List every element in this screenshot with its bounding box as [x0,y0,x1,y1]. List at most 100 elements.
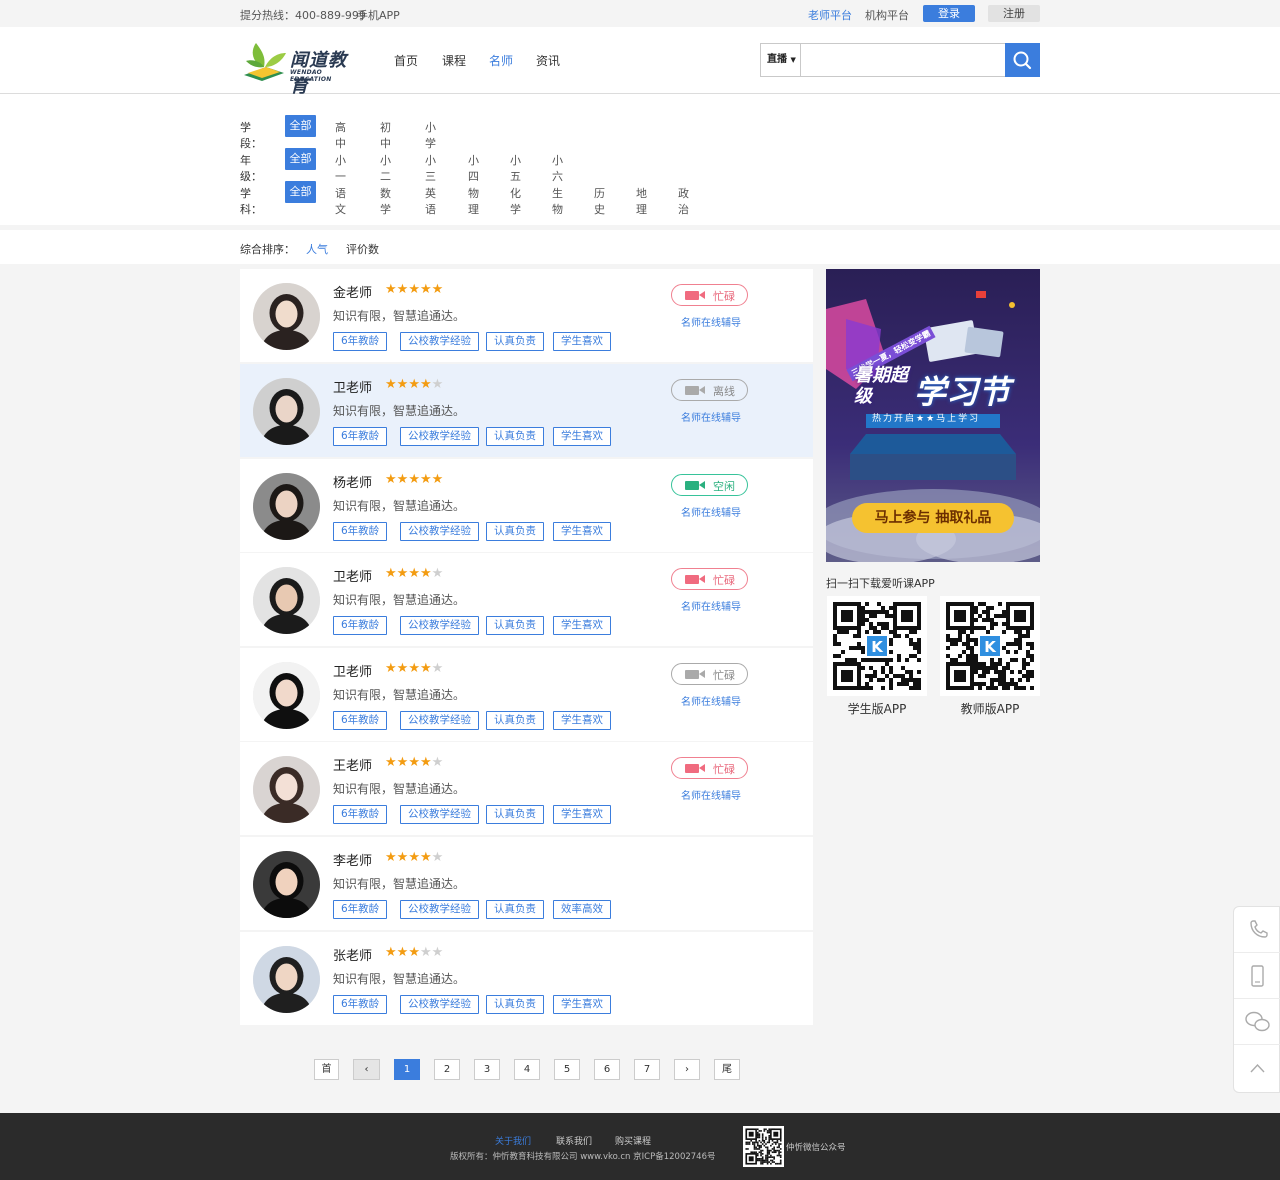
filter-stage-item[interactable]: 小学 [425,119,436,151]
org-platform-link[interactable]: 机构平台 [865,7,909,23]
teacher-name[interactable]: 卫老师 [333,377,372,396]
page-first[interactable]: 首 [314,1059,339,1080]
page-number[interactable]: 7 [634,1059,660,1080]
mobile-app-link[interactable]: 手机APP [357,7,400,23]
teacher-card[interactable]: 卫老师 ★★★★★ 知识有限，智慧追通达。 6年教龄 公校教学经验 认真负责 学生喜欢 忙碌名… [240,553,813,646]
student-app-qr[interactable]: K [827,596,927,696]
nav-news[interactable]: 资讯 [536,52,560,69]
teacher-name[interactable]: 卫老师 [333,661,372,680]
teacher-tag: 公校教学经验 [400,616,479,635]
online-tutoring-link[interactable]: 名师在线辅导 [681,598,741,613]
page-last[interactable]: 尾 [714,1059,740,1080]
page-number[interactable]: 3 [474,1059,500,1080]
sort-popularity[interactable]: 人气 [306,241,328,257]
filter-subject-item[interactable]: 政治 [678,185,689,217]
promo-banner-strip: 热力开启★★马上学习 [872,414,981,424]
teacher-card[interactable]: 王老师 ★★★★★ 知识有限，智慧追通达。 6年教龄 公校教学经验 认真负责 学生喜欢 忙碌名… [240,742,813,835]
teacher-avatar[interactable] [253,283,320,350]
filter-label-grade: 年级： [240,154,262,183]
footer-contact-link[interactable]: 联系我们 [556,1134,592,1147]
filter-subject-item[interactable]: 生物 [552,185,563,217]
filter-grade-item[interactable]: 小一 [335,152,346,184]
online-tutoring-link[interactable]: 名师在线辅导 [681,787,741,802]
teacher-app-qr[interactable]: K [940,596,1040,696]
online-tutoring-link[interactable]: 名师在线辅导 [681,409,741,424]
online-tutoring-link[interactable]: 名师在线辅导 [681,693,741,708]
filter-subject-item[interactable]: 英语 [425,185,436,217]
search-input[interactable] [802,44,1006,76]
teacher-name[interactable]: 杨老师 [333,472,372,491]
teacher-name[interactable]: 金老师 [333,282,372,301]
teacher-avatar[interactable] [253,851,320,918]
teacher-name[interactable]: 李老师 [333,850,372,869]
teacher-status-button[interactable]: 忙碌 [671,568,748,590]
footer-about-link[interactable]: 关于我们 [495,1134,531,1147]
teacher-card[interactable]: 卫老师 ★★★★★ 知识有限，智慧追通达。 6年教龄 公校教学经验 认真负责 学生喜欢 忙碌名… [240,648,813,741]
promo-banner[interactable]: 三伏学一夏，轻松变学霸 暑期超级 学习节 热力开启★★马上学习 马上参与 抽取礼… [826,269,1040,562]
filter-grade-item[interactable]: 小六 [552,152,563,184]
page-prev[interactable]: ‹ [353,1059,380,1080]
page-number[interactable]: 2 [434,1059,460,1080]
teacher-avatar[interactable] [253,378,320,445]
nav-home[interactable]: 首页 [394,52,418,69]
filter-grade-item[interactable]: 小五 [510,152,521,184]
teacher-status-button[interactable]: 忙碌 [671,663,748,685]
teacher-tag: 学生喜欢 [553,805,611,824]
teacher-card[interactable]: 卫老师 ★★★★★ 知识有限，智慧追通达。 6年教龄 公校教学经验 认真负责 学生喜欢 离线名… [240,364,813,457]
page-number[interactable]: 4 [514,1059,540,1080]
filter-stage-all[interactable]: 全部 [285,115,316,137]
nav-teachers[interactable]: 名师 [489,52,513,69]
teacher-avatar[interactable] [253,473,320,540]
search-button[interactable] [1005,43,1040,77]
sort-reviews[interactable]: 评价数 [346,241,379,257]
teacher-status-button[interactable]: 离线 [671,379,748,401]
filter-stage-item[interactable]: 初中 [380,119,391,151]
teacher-card[interactable]: 金老师 ★★★★★ 知识有限，智慧追通达。 6年教龄 公校教学经验 认真负责 学生喜欢 忙碌名… [240,269,813,362]
teacher-avatar[interactable] [253,756,320,823]
teacher-status-button[interactable]: 忙碌 [671,757,748,779]
register-button[interactable]: 注册 [988,5,1040,22]
footer-buy-link[interactable]: 购买课程 [615,1134,651,1147]
filter-grade-all[interactable]: 全部 [285,148,316,170]
teacher-avatar[interactable] [253,567,320,634]
filter-stage-item[interactable]: 高中 [335,119,346,151]
online-tutoring-link[interactable]: 名师在线辅导 [681,504,741,519]
star-filled-icon: ★ [396,472,409,487]
teacher-status-button[interactable]: 忙碌 [671,284,748,306]
teacher-name[interactable]: 王老师 [333,755,372,774]
teacher-card[interactable]: 张老师 ★★★★★ 知识有限，智慧追通达。 6年教龄 公校教学经验 认真负责 学生喜欢 [240,932,813,1025]
filter-subject-item[interactable]: 语文 [335,185,346,217]
filter-grade-item[interactable]: 小二 [380,152,391,184]
filter-grade-item[interactable]: 小四 [468,152,479,184]
promo-cta-button[interactable]: 马上参与 抽取礼品 [852,503,1014,533]
teacher-status-button[interactable]: 空闲 [671,474,748,496]
nav-courses[interactable]: 课程 [442,52,466,69]
filter-subject-item[interactable]: 地理 [636,185,647,217]
filter-subject-item[interactable]: 化学 [510,185,521,217]
side-phone-button[interactable] [1234,907,1280,953]
side-back-to-top-button[interactable] [1234,1045,1280,1091]
side-mobile-button[interactable] [1234,953,1280,999]
filter-subject-item[interactable]: 数学 [380,185,391,217]
filter-subject-item[interactable]: 物理 [468,185,479,217]
filter-grade-item[interactable]: 小三 [425,152,436,184]
footer: 关于我们 联系我们 购买课程 版权所有：仲忻教育科技有限公司 www.vko.c… [0,1113,1280,1180]
logo[interactable]: 闻道教育 WENDAO EDUCATION [240,37,365,97]
filter-subject-all[interactable]: 全部 [285,181,316,203]
teacher-avatar[interactable] [253,662,320,729]
filter-subject-item[interactable]: 历史 [594,185,605,217]
teacher-platform-link[interactable]: 老师平台 [808,7,852,23]
online-tutoring-link[interactable]: 名师在线辅导 [681,314,741,329]
page-next[interactable]: › [674,1059,700,1080]
teacher-card[interactable]: 杨老师 ★★★★★ 知识有限，智慧追通达。 6年教龄 公校教学经验 认真负责 学生喜欢 空闲名… [240,459,813,552]
page-number[interactable]: 6 [594,1059,620,1080]
teacher-name[interactable]: 卫老师 [333,566,372,585]
side-wechat-button[interactable] [1234,999,1280,1045]
search-type-dropdown[interactable]: 直播 ▼ [761,44,801,76]
teacher-card[interactable]: 李老师 ★★★★★ 知识有限，智慧追通达。 6年教龄 公校教学经验 认真负责 效率高效 [240,837,813,930]
teacher-name[interactable]: 张老师 [333,945,372,964]
page-number[interactable]: 1 [394,1059,420,1080]
login-button[interactable]: 登录 [923,5,975,22]
teacher-avatar[interactable] [253,946,320,1013]
page-number[interactable]: 5 [554,1059,580,1080]
